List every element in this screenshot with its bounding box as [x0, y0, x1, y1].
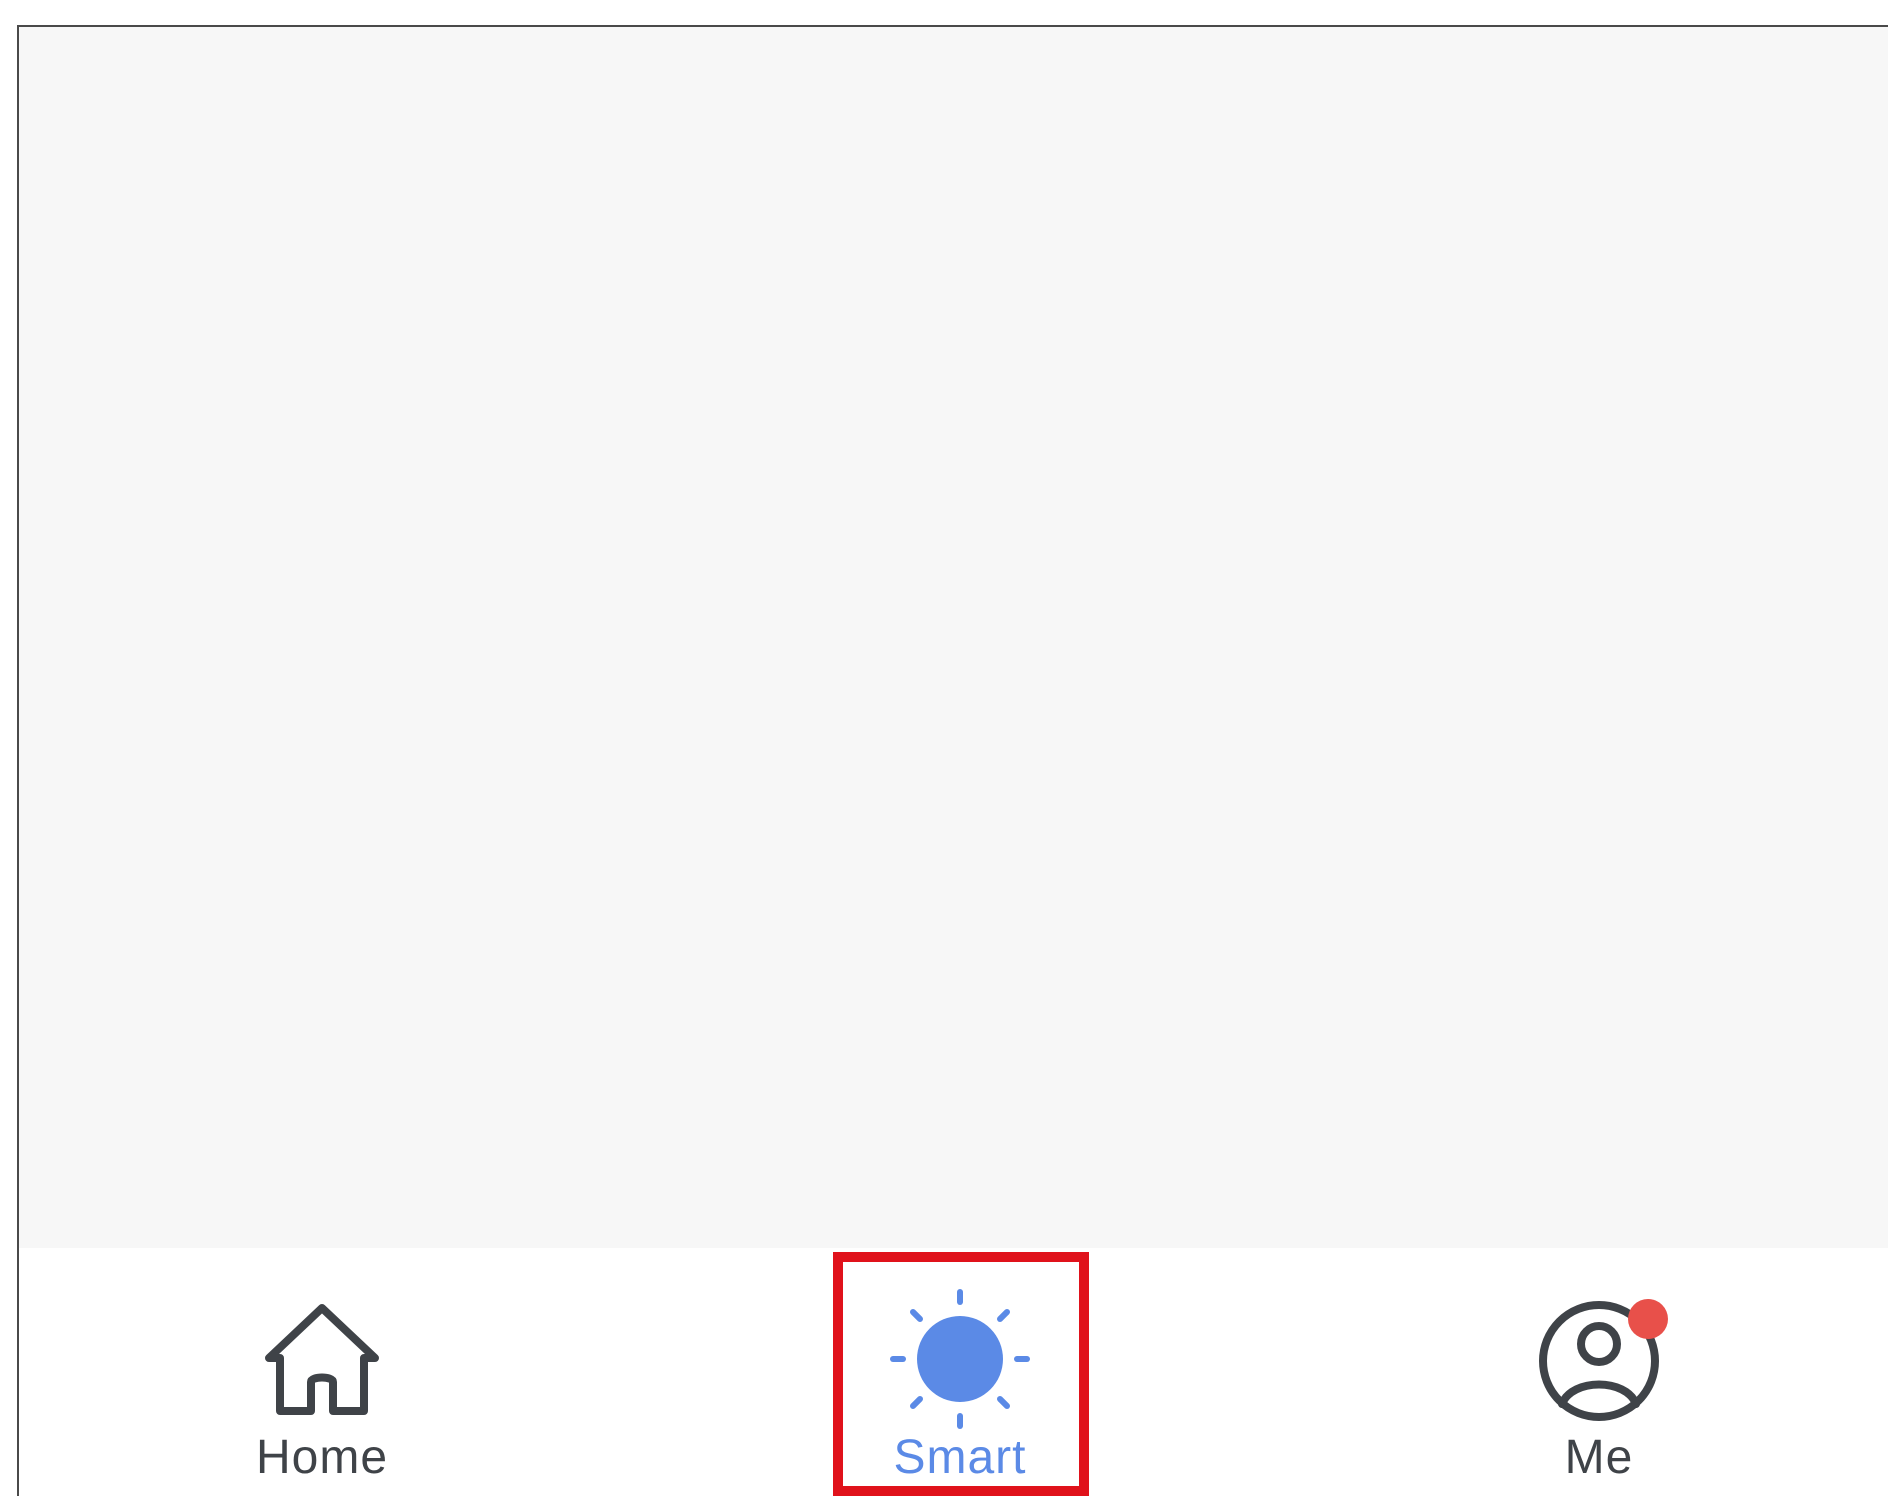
tab-smart-label: Smart — [893, 1431, 1027, 1484]
tab-me[interactable]: Me — [1449, 1248, 1749, 1496]
home-icon — [265, 1304, 379, 1415]
tab-home-label: Home — [255, 1431, 389, 1484]
notification-dot — [1628, 1299, 1668, 1339]
tab-me-label: Me — [1564, 1431, 1634, 1484]
content-area — [19, 27, 1888, 1248]
tab-home[interactable]: Home — [172, 1248, 472, 1496]
person-icon — [1539, 1299, 1668, 1421]
bottom-tab-bar: Home Smart Me — [19, 1248, 1888, 1496]
tab-smart[interactable]: Smart — [810, 1248, 1110, 1496]
app-screen: Home Smart Me — [17, 25, 1888, 1496]
sun-icon — [890, 1289, 1030, 1429]
